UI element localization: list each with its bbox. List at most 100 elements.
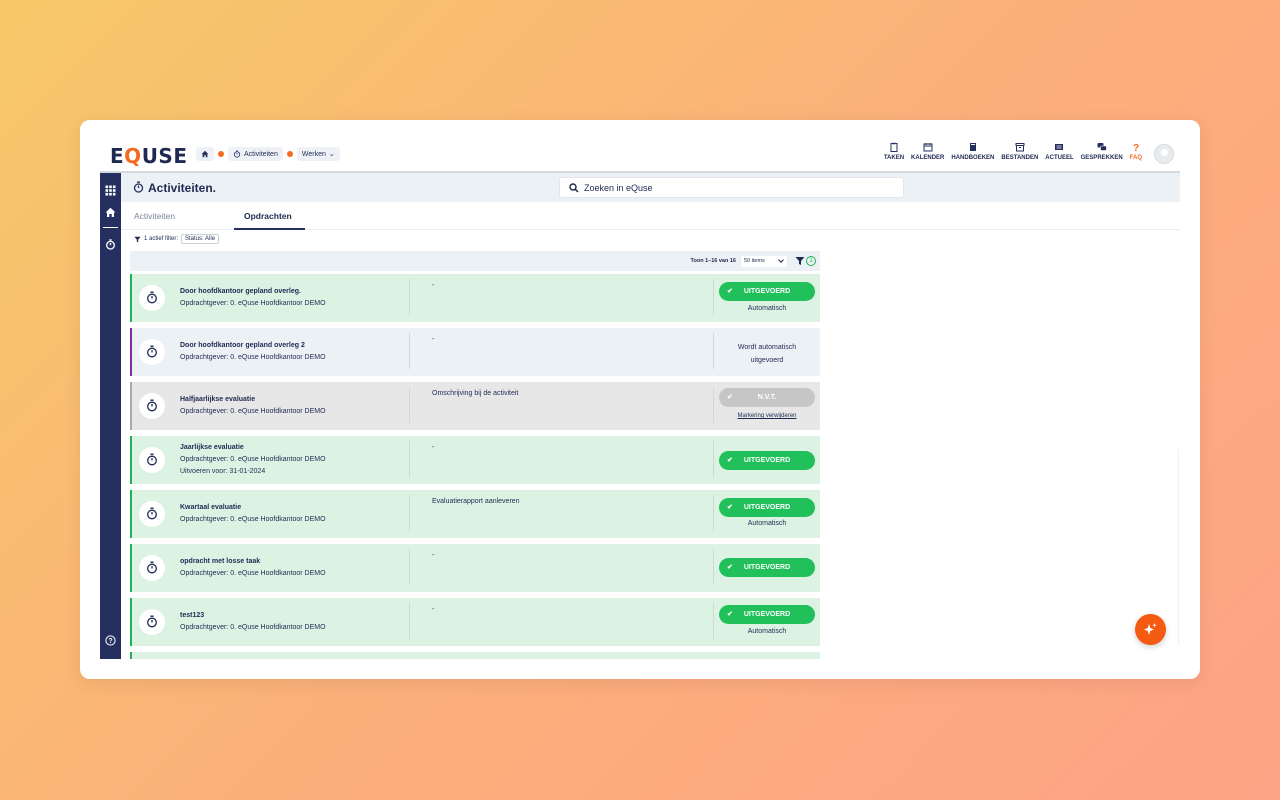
status-button[interactable]: ✔ UITGEVOERD [719,282,815,301]
column-divider [713,279,714,315]
filter-icon [134,236,141,242]
search-input[interactable]: Zoeken in eQuse [559,177,904,198]
calendar-icon [923,143,933,152]
status-button[interactable]: ✔ UITGEVOERD [719,498,815,517]
item-description: - [432,282,435,289]
home-icon [201,150,209,158]
column-divider [409,549,410,585]
item-client: Opdrachtgever: 0. eQuse Hoofdkantoor DEM… [180,516,326,523]
chat-icon [1097,143,1107,151]
page-header: Activiteiten. Zoeken in eQuse [121,173,1180,202]
column-divider [713,549,714,585]
list-item[interactable]: Jaarlijkse evaluatie Opdrachtgever: 0. e… [130,436,820,484]
item-description: - [432,606,435,613]
check-icon: ✔ [727,394,733,401]
item-description: - [432,336,435,343]
column-divider [409,441,410,477]
status-button[interactable]: ✔ N.V.T. [719,388,815,407]
clipboard-icon [890,142,898,152]
equse-logo[interactable]: EQUSE [110,144,188,168]
column-divider [409,387,410,423]
item-client: Opdrachtgever: 0. eQuse Hoofdkantoor DEM… [180,408,326,415]
status-subtext: Automatisch [747,520,787,527]
stopwatch-icon [139,393,165,419]
question-icon: ? [1133,143,1139,152]
assignment-list: Door hoofdkantoor gepland overleg. Opdra… [130,274,820,659]
item-description: - [432,444,435,451]
check-icon: ✔ [727,611,733,618]
active-tab-indicator [234,228,305,230]
nav-handboeken[interactable]: HANDBOEKEN [951,142,994,161]
top-header: EQUSE Activiteiten Werken ⌄ TAKEN KALEND… [80,120,1200,172]
item-title: opdracht met losse taak [180,558,261,565]
remove-marking-link[interactable]: Markering verwijderen [719,413,815,419]
column-divider [713,387,714,423]
user-avatar[interactable] [1154,144,1174,164]
list-item[interactable]: Door hoofdkantoor gepland overleg 2 Opdr… [130,328,820,376]
breadcrumb-separator-icon [286,151,293,157]
list-item[interactable]: Kwartaal evaluatie Opdrachtgever: 0. eQu… [130,490,820,538]
ai-assistant-button[interactable] [1135,614,1166,645]
item-client: Opdrachtgever: 0. eQuse Hoofdkantoor DEM… [180,456,326,463]
nav-gesprekken[interactable]: GESPREKKEN [1081,142,1123,161]
breadcrumb-activiteiten[interactable]: Activiteiten [228,147,283,161]
home-icon[interactable] [105,207,116,218]
column-divider [713,603,714,639]
status-button[interactable]: ✔ UITGEVOERD [719,451,815,470]
sparkle-icon [1144,623,1157,635]
tab-opdrachten[interactable]: Opdrachten [244,211,292,221]
archive-icon [1015,143,1025,152]
help-icon[interactable]: ? [105,635,116,646]
nav-faq[interactable]: ? FAQ [1130,142,1142,161]
svg-text:?: ? [108,638,112,645]
list-toolbar: Toon 1–16 van 16 50 items 1 [130,251,820,271]
list-item[interactable] [130,652,820,659]
column-divider [713,495,714,531]
check-icon: ✔ [727,504,733,511]
items-per-page-select[interactable]: 50 items [741,256,787,267]
chevron-down-icon: ⌄ [328,151,335,158]
filter-icon[interactable] [795,256,805,266]
stopwatch-icon[interactable] [105,239,116,250]
svg-text:?: ? [1133,143,1139,152]
item-description: - [432,552,435,559]
check-icon: ✔ [727,564,733,571]
check-icon: ✔ [727,457,733,464]
nav-taken[interactable]: TAKEN [884,142,904,161]
list-item[interactable]: opdracht met losse taak Opdrachtgever: 0… [130,544,820,592]
stopwatch-icon [139,447,165,473]
nav-kalender[interactable]: KALENDER [911,142,944,161]
item-description: Evaluatierapport aanleveren [432,498,520,505]
status-subtext: Automatisch [747,305,787,312]
item-client: Opdrachtgever: 0. eQuse Hoofdkantoor DEM… [180,624,326,631]
nav-actueel[interactable]: ACTUEEL [1045,142,1074,161]
page-title: Activiteiten. [148,181,217,195]
column-divider [409,495,410,531]
stopwatch-icon [139,555,165,581]
column-divider [713,333,714,369]
breadcrumb-werken-dropdown[interactable]: Werken ⌄ [296,147,340,161]
stopwatch-icon [133,181,144,193]
status-text: Wordt automatisch uitgevoerd [737,344,797,364]
item-client: Opdrachtgever: 0. eQuse Hoofdkantoor DEM… [180,570,326,577]
filter-pill-status[interactable]: Status: Alle [181,234,220,244]
nav-bestanden[interactable]: BESTANDEN [1001,142,1038,161]
item-client: Opdrachtgever: 0. eQuse Hoofdkantoor DEM… [180,300,326,307]
item-due-date: Uitvoeren voor: 31-01-2024 [180,468,266,475]
search-placeholder: Zoeken in eQuse [584,183,653,193]
list-item[interactable]: Halfjaarlijkse evaluatie Opdrachtgever: … [130,382,820,430]
column-divider [409,279,410,315]
list-item[interactable]: Door hoofdkantoor gepland overleg. Opdra… [130,274,820,322]
breadcrumb-home[interactable] [196,147,214,161]
stopwatch-icon [233,150,241,158]
left-sidebar: ? [100,173,121,659]
status-button[interactable]: ✔ UITGEVOERD [719,558,815,577]
grid-menu-icon[interactable] [105,185,116,196]
tab-activiteiten[interactable]: Activiteiten [134,211,175,221]
column-divider [409,333,410,369]
stopwatch-icon [139,609,165,635]
list-item[interactable]: test123 Opdrachtgever: 0. eQuse Hoofdkan… [130,598,820,646]
book-icon [969,143,976,151]
top-navigation: TAKEN KALENDER HANDBOEKEN BESTANDEN ACTU… [884,142,1142,161]
status-button[interactable]: ✔ UITGEVOERD [719,605,815,624]
